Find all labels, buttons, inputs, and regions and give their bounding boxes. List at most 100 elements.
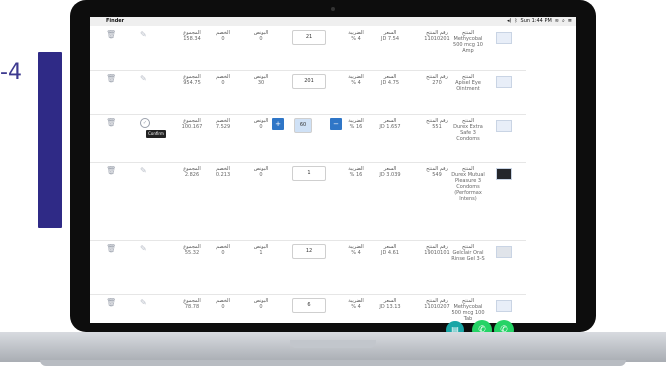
total: المجموع 55.32 <box>178 244 206 256</box>
tax: الضريبة% 4 <box>342 74 370 86</box>
bluetooth-icon[interactable]: ᛒ <box>515 17 518 26</box>
quantity-input[interactable]: 6 <box>292 298 326 313</box>
bonus: البونص 0 <box>248 118 274 130</box>
tax: الضريبة% 4 <box>342 298 370 310</box>
tax: الضريبة% 4 <box>342 30 370 42</box>
discount-value: 7.529 <box>215 124 231 130</box>
discount: الخصم 7.529 <box>210 118 236 130</box>
bonus: البونص 30 <box>248 74 274 86</box>
table-row: 🗑 ✎ المجموع 2.826 الخصم 0.213 البونص 0 الضريبة% … <box>90 162 526 241</box>
tax-value: % 4 <box>351 36 361 42</box>
tax: الضريبة% 16 <box>342 118 370 130</box>
table-row: 🗑 ✎ المجموع 78.78 الخصم 0 البونص 0 الضريبة% 4 الس… <box>90 294 526 323</box>
total: المجموع 2.826 <box>178 166 206 178</box>
tax: الضريبة% 4 <box>342 244 370 256</box>
bonus-value: 1 <box>259 250 263 256</box>
deco-bar <box>38 52 62 228</box>
product: المنتج Methycobal 500 mcg 100 Tab <box>448 298 488 322</box>
edit-icon[interactable]: ✎ <box>140 298 149 308</box>
cart-table: 🗑 ✎ المجموع 158.34 الخصم 0 البونص 0 الضريبة% 4 ال… <box>90 26 526 323</box>
edit-icon[interactable]: ✎ <box>140 74 149 84</box>
total-value: 954.75 <box>183 80 201 86</box>
product: المنتج Apisel Eye Ointment <box>448 74 488 92</box>
table-row: 🗑 ✓ Confirm المجموع 100.167 الخصم 7.529 البونص 0… <box>90 114 526 163</box>
edit-icon[interactable]: ✎ <box>140 244 149 254</box>
left-decoration: -4 <box>0 0 80 374</box>
product-image <box>496 32 512 44</box>
table-row: 🗑 ✎ المجموع 158.34 الخصم 0 البونص 0 الضريبة% 4 ال… <box>90 26 526 71</box>
product: المنتج Durex Extra Safe 3 Condoms <box>448 118 488 142</box>
tax-value: % 16 <box>349 124 363 130</box>
tax: الضريبة% 16 <box>342 166 370 178</box>
screen: Finder ◂) ᛒ Sun 1:44 PM ≋ ⌕ ≣ 🗑 ✎ المجموع 1… <box>90 17 576 323</box>
edit-icon[interactable]: ✎ <box>140 30 149 40</box>
menubar-right: ◂) ᛒ Sun 1:44 PM ≋ ⌕ ≣ <box>507 17 572 26</box>
decrease-button[interactable]: − <box>330 118 342 130</box>
bonus-value: 0 <box>259 172 263 178</box>
product: المنتج Methycobal 500 mcg 10 Amp <box>448 30 488 54</box>
list-icon[interactable]: ≣ <box>568 17 572 26</box>
laptop-shadow <box>40 360 626 366</box>
total: المجموع 100.167 <box>178 118 206 130</box>
discount-value: 0 <box>221 80 225 86</box>
tax-value: % 4 <box>351 250 361 256</box>
quantity-input[interactable]: 1 <box>292 166 326 181</box>
increase-button[interactable]: + <box>272 118 284 130</box>
camera-dot <box>331 7 335 11</box>
price: السعر JD 3.039 <box>376 166 404 178</box>
price: السعر JD 1.657 <box>376 118 404 130</box>
product-value: Durex Extra Safe 3 Condoms <box>453 124 483 142</box>
tax-value: % 4 <box>351 304 361 310</box>
product-value: Methycobal 500 mcg 10 Amp <box>453 36 483 54</box>
product-image <box>496 76 512 88</box>
volume-icon[interactable]: ◂) <box>507 17 511 26</box>
product: المنتج Gelclair Oral Rinse Gel 3-S <box>448 244 488 262</box>
discount-value: 0 <box>221 250 225 256</box>
tax-value: % 4 <box>351 80 361 86</box>
quantity-input[interactable]: 201 <box>292 74 326 89</box>
delete-icon[interactable]: 🗑 <box>106 74 116 84</box>
delete-icon[interactable]: 🗑 <box>106 298 116 308</box>
discount-value: 0.213 <box>215 172 231 178</box>
discount: الخصم 0 <box>210 30 236 42</box>
delete-icon[interactable]: 🗑 <box>106 30 116 40</box>
delete-icon[interactable]: 🗑 <box>106 118 116 128</box>
quantity-input[interactable]: 60 <box>294 118 312 133</box>
quantity-input[interactable]: 12 <box>292 244 326 259</box>
bonus: البونص 0 <box>248 30 274 42</box>
laptop-notch <box>290 340 376 348</box>
bonus-value: 30 <box>257 80 265 86</box>
product-image <box>496 300 512 312</box>
product-image <box>496 120 512 132</box>
search-icon[interactable]: ⌕ <box>562 17 565 26</box>
price-value: JD 13.13 <box>379 304 401 310</box>
bonus-value: 0 <box>259 36 263 42</box>
product-value: Apisel Eye Ointment <box>455 80 481 92</box>
price: السعر JD 4.61 <box>376 244 404 256</box>
confirm-icon[interactable]: ✓ <box>140 118 150 128</box>
laptop-frame: Finder ◂) ᛒ Sun 1:44 PM ≋ ⌕ ≣ 🗑 ✎ المجموع 1… <box>70 0 596 332</box>
delete-icon[interactable]: 🗑 <box>106 244 116 254</box>
bonus: البونص 0 <box>248 166 274 178</box>
product: المنتج Durex Mutual Pleasure 3 Condoms (P… <box>448 166 488 202</box>
price: السعر JD 7.54 <box>376 30 404 42</box>
total: المجموع 78.78 <box>178 298 206 310</box>
bonus-value: 0 <box>259 124 263 130</box>
edit-icon[interactable]: ✎ <box>140 166 149 176</box>
product-value: Durex Mutual Pleasure 3 Condoms (Perform… <box>451 172 485 202</box>
delete-icon[interactable]: 🗑 <box>106 166 116 176</box>
total-value: 2.826 <box>184 172 200 178</box>
total: المجموع 158.34 <box>178 30 206 42</box>
wifi-icon[interactable]: ≋ <box>555 17 559 26</box>
quantity-input[interactable]: 21 <box>292 30 326 45</box>
product-image <box>496 168 512 180</box>
bonus-value: 0 <box>259 304 263 310</box>
app-name[interactable]: Finder <box>106 17 124 26</box>
bonus: البونص 0 <box>248 298 274 310</box>
confirm-tooltip: Confirm <box>146 130 166 138</box>
table-row: 🗑 ✎ المجموع 954.75 الخصم 0 البونص 30 الضريبة% 4 ا… <box>90 70 526 115</box>
clock[interactable]: Sun 1:44 PM <box>521 17 552 26</box>
price-value: JD 1.657 <box>379 124 401 130</box>
discount: الخصم 0.213 <box>210 166 236 178</box>
price-value: JD 7.54 <box>380 36 400 42</box>
